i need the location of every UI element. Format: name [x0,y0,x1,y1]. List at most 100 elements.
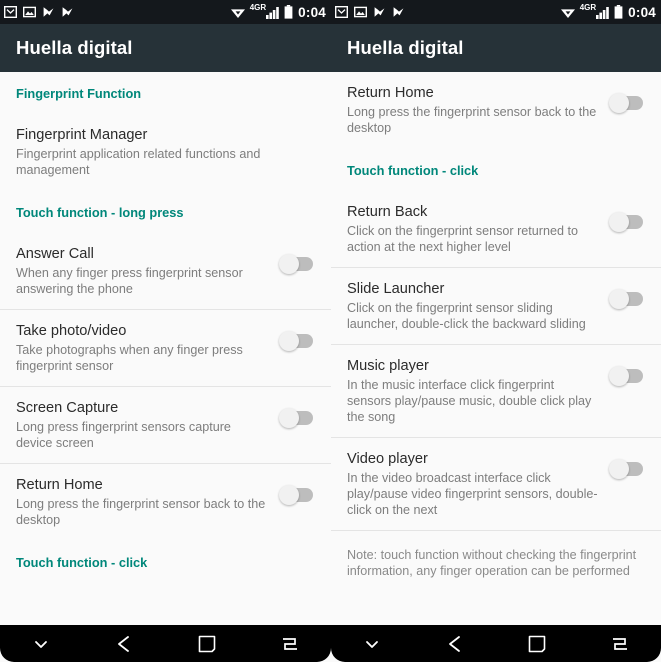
row-music-player[interactable]: Music player In the music interface click… [331,345,661,438]
row-fingerprint-manager[interactable]: Fingerprint Manager Fingerprint applicati… [0,114,331,191]
row-subtitle: Fingerprint application related function… [16,147,261,177]
row-slide-launcher[interactable]: Slide Launcher Click on the fingerprint s… [331,268,661,345]
status-bar: 4GR 0:04 [331,0,661,24]
toggle-switch[interactable] [279,408,313,428]
status-bar: 4GR 0:04 [0,0,331,24]
section-touch-function-click: Touch function - click [347,163,479,178]
network-type-label: 4GR [579,3,597,12]
page-title: Huella digital [16,37,133,58]
toggle-thumb[interactable] [279,408,299,428]
status-bar-system-icons: 4GR 0:04 [230,3,326,20]
toggle-thumb[interactable] [279,485,299,505]
toggle-thumb[interactable] [609,212,629,232]
status-bar-clock: 0:04 [298,4,326,20]
row-subtitle: Click on the fingerprint sensor sliding … [347,301,586,331]
toggle-switch[interactable] [279,331,313,351]
navigation-bar [331,625,661,662]
home-button[interactable] [510,625,564,662]
toggle-switch[interactable] [609,212,643,232]
row-return-home[interactable]: Return Home Long press the fingerprint se… [0,464,331,541]
status-bar-system-icons: 4GR 0:04 [560,3,656,20]
home-button[interactable] [180,625,234,662]
gmail-icon [4,6,17,18]
toggle-thumb[interactable] [609,366,629,386]
row-answer-call[interactable]: Answer Call When any finger press fingerp… [0,233,331,310]
row-return-back[interactable]: Return Back Click on the fingerprint sens… [331,191,661,268]
row-title: Return Home [16,477,103,493]
row-subtitle: Long press the fingerprint sensor back t… [347,105,597,135]
battery-icon [284,5,293,19]
settings-list-right[interactable]: Return Home Long press the fingerprint se… [331,72,661,625]
app-bar: Huella digital [0,24,331,72]
photos-icon [354,6,367,18]
row-text: Video player In the video broadcast inter… [347,450,609,518]
checkmark-flag-icon [61,6,74,18]
toggle-thumb[interactable] [279,254,299,274]
note-text: Note: touch function without checking th… [347,548,637,578]
row-text: Return Home Long press the fingerprint se… [347,84,609,136]
navigation-bar [0,625,331,662]
app-bar: Huella digital [331,24,661,72]
row-title: Return Home [347,85,434,101]
signal-bars-icon [266,6,281,19]
row-subtitle: In the music interface click fingerprint… [347,378,592,424]
hide-keyboard-button[interactable] [14,625,68,662]
settings-list-left[interactable]: Fingerprint Function Fingerprint Manager F… [0,72,331,625]
row-text: Take photo/video Take photographs when an… [16,322,279,374]
checkmark-flag-icon [42,6,55,18]
photos-icon [23,6,36,18]
status-bar-clock: 0:04 [628,4,656,20]
section-fingerprint-function: Fingerprint Function [16,86,142,101]
toggle-switch[interactable] [609,366,643,386]
row-screen-capture[interactable]: Screen Capture Long press fingerprint sen… [0,387,331,464]
row-take-photo-video[interactable]: Take photo/video Take photographs when an… [0,310,331,387]
row-text: Return Home Long press the fingerprint se… [16,476,279,528]
row-title: Music player [347,358,429,374]
toggle-thumb[interactable] [609,289,629,309]
back-button[interactable] [97,625,151,662]
row-title: Video player [347,451,428,467]
row-subtitle: Click on the fingerprint sensor returned… [347,224,579,254]
row-text: Fingerprint Manager Fingerprint applicati… [16,126,317,178]
toggle-switch[interactable] [279,485,313,505]
checkmark-flag-icon [373,6,386,18]
row-subtitle: In the video broadcast interface click p… [347,471,598,517]
right-phone-screen: 4GR 0:04 Huella digital Return Home Long… [331,0,661,662]
wifi-icon [560,6,576,19]
section-touch-function-long-press: Touch function - long press [16,205,184,220]
toggle-switch[interactable] [609,93,643,113]
toggle-switch[interactable] [609,289,643,309]
checkmark-flag-icon [392,6,405,18]
row-text: Screen Capture Long press fingerprint sen… [16,399,279,451]
row-subtitle: Long press the fingerprint sensor back t… [16,497,266,527]
back-button[interactable] [428,625,482,662]
toggle-switch[interactable] [279,254,313,274]
dual-screenshot-container: 4GR 0:04 Huella digital Fingerprint Func… [0,0,661,662]
network-type-label: 4GR [249,3,267,12]
wifi-icon [230,6,246,19]
signal-bars-icon [596,6,611,19]
row-video-player[interactable]: Video player In the video broadcast inter… [331,438,661,531]
row-subtitle: Long press fingerprint sensors capture d… [16,420,231,450]
gmail-icon [335,6,348,18]
note-touch-function: Note: touch function without checking th… [331,531,661,589]
recent-apps-button[interactable] [593,625,647,662]
row-title: Fingerprint Manager [16,127,148,143]
row-text: Music player In the music interface click… [347,357,609,425]
row-title: Slide Launcher [347,281,445,297]
toggle-thumb[interactable] [609,459,629,479]
row-title: Take photo/video [16,323,127,339]
recent-apps-button[interactable] [263,625,317,662]
hide-keyboard-button[interactable] [345,625,399,662]
row-text: Answer Call When any finger press fingerp… [16,245,279,297]
row-title: Return Back [347,204,428,220]
status-bar-notification-icons [335,6,405,18]
row-text: Return Back Click on the fingerprint sens… [347,203,609,255]
battery-icon [614,5,623,19]
section-touch-function-click: Touch function - click [16,555,148,570]
page-title: Huella digital [347,37,464,58]
toggle-switch[interactable] [609,459,643,479]
row-return-home[interactable]: Return Home Long press the fingerprint se… [331,72,661,149]
toggle-thumb[interactable] [279,331,299,351]
toggle-thumb[interactable] [609,93,629,113]
